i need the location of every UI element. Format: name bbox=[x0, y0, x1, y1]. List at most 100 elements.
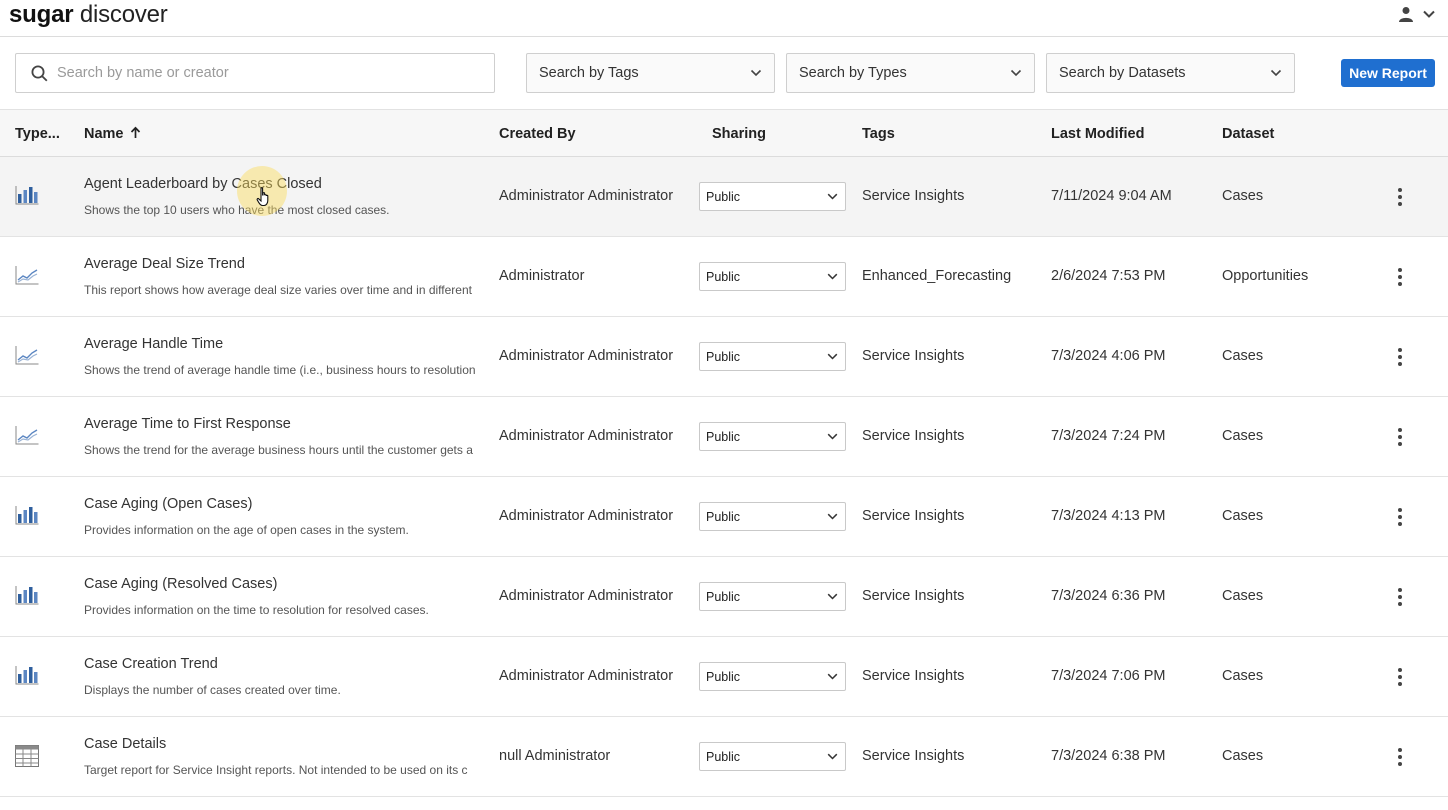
column-header-tags[interactable]: Tags bbox=[862, 126, 895, 142]
last-modified-cell: 7/3/2024 4:06 PM bbox=[1051, 348, 1166, 364]
report-name-link[interactable]: Case Creation Trend bbox=[84, 656, 218, 672]
column-header-created-by[interactable]: Created By bbox=[499, 126, 576, 142]
report-description: This report shows how average deal size … bbox=[84, 283, 472, 297]
chevron-down-icon bbox=[827, 433, 838, 440]
table-row[interactable]: Case Details Target report for Service In… bbox=[0, 717, 1448, 797]
dataset-cell: Cases bbox=[1222, 508, 1264, 524]
column-header-name[interactable]: Name bbox=[84, 126, 141, 142]
report-description: Target report for Service Insight report… bbox=[84, 763, 468, 777]
created-by-cell: Administrator Administrator bbox=[499, 348, 674, 364]
table-row[interactable]: Case Creation Trend Displays the number o… bbox=[0, 637, 1448, 717]
app-logo[interactable]: sugar discover bbox=[9, 1, 168, 29]
report-name-link[interactable]: Case Details bbox=[84, 736, 166, 752]
line-chart-icon bbox=[15, 345, 39, 370]
new-report-button[interactable]: New Report bbox=[1341, 59, 1435, 87]
table-row[interactable]: Case Aging (Resolved Cases) Provides info… bbox=[0, 557, 1448, 637]
report-name-link[interactable]: Average Handle Time bbox=[84, 336, 223, 352]
tags-cell: Service Insights bbox=[862, 188, 965, 204]
types-filter-label: Search by Types bbox=[799, 65, 907, 81]
row-actions-kebab-icon[interactable] bbox=[1392, 344, 1408, 370]
search-box[interactable] bbox=[15, 53, 495, 93]
sharing-value: Public bbox=[706, 589, 741, 604]
line-chart-icon bbox=[15, 425, 39, 450]
chevron-down-icon bbox=[827, 193, 838, 200]
chevron-down-icon bbox=[1010, 69, 1022, 77]
table-header: Type... Name Created By Sharing Tags Las… bbox=[0, 109, 1448, 157]
created-by-cell: Administrator Administrator bbox=[499, 428, 674, 444]
row-actions-kebab-icon[interactable] bbox=[1392, 584, 1408, 610]
bar-chart-icon bbox=[15, 665, 39, 690]
sharing-select[interactable]: Public bbox=[699, 182, 846, 211]
last-modified-cell: 7/3/2024 4:13 PM bbox=[1051, 508, 1166, 524]
row-actions-kebab-icon[interactable] bbox=[1392, 504, 1408, 530]
line-chart-icon bbox=[15, 265, 39, 290]
column-header-sharing[interactable]: Sharing bbox=[712, 126, 766, 142]
sharing-select[interactable]: Public bbox=[699, 662, 846, 691]
report-description: Provides information on the age of open … bbox=[84, 523, 409, 537]
filter-bar: Search by Tags Search by Types Search by… bbox=[0, 37, 1448, 109]
row-actions-kebab-icon[interactable] bbox=[1392, 424, 1408, 450]
sharing-select[interactable]: Public bbox=[699, 582, 846, 611]
report-name-link[interactable]: Average Time to First Response bbox=[84, 416, 291, 432]
created-by-cell: null Administrator bbox=[499, 748, 611, 764]
column-header-type[interactable]: Type... bbox=[15, 126, 60, 142]
column-header-last-modified[interactable]: Last Modified bbox=[1051, 126, 1144, 142]
table-row[interactable]: Case Aging (Open Cases) Provides informat… bbox=[0, 477, 1448, 557]
report-name-link[interactable]: Case Aging (Resolved Cases) bbox=[84, 576, 277, 592]
row-actions-kebab-icon[interactable] bbox=[1392, 664, 1408, 690]
tags-cell: Service Insights bbox=[862, 668, 965, 684]
tags-filter-select[interactable]: Search by Tags bbox=[526, 53, 775, 93]
top-bar: sugar discover bbox=[0, 0, 1448, 37]
bar-chart-icon bbox=[15, 585, 39, 610]
dataset-cell: Cases bbox=[1222, 428, 1264, 444]
sharing-select[interactable]: Public bbox=[699, 742, 846, 771]
search-input[interactable] bbox=[57, 65, 457, 81]
dataset-cell: Cases bbox=[1222, 348, 1264, 364]
chevron-down-icon bbox=[1423, 10, 1435, 18]
datasets-filter-label: Search by Datasets bbox=[1059, 65, 1186, 81]
report-name-link[interactable]: Agent Leaderboard by Cases Closed bbox=[84, 176, 322, 192]
chevron-down-icon bbox=[1270, 69, 1282, 77]
table-row[interactable]: Agent Leaderboard by Cases Closed Shows t… bbox=[0, 157, 1448, 237]
report-name-link[interactable]: Average Deal Size Trend bbox=[84, 256, 245, 272]
created-by-cell: Administrator Administrator bbox=[499, 508, 674, 524]
table-row[interactable]: Average Time to First Response Shows the … bbox=[0, 397, 1448, 477]
bar-chart-icon bbox=[15, 505, 39, 530]
last-modified-cell: 7/11/2024 9:04 AM bbox=[1051, 188, 1172, 204]
last-modified-cell: 7/3/2024 7:24 PM bbox=[1051, 428, 1166, 444]
column-header-dataset[interactable]: Dataset bbox=[1222, 126, 1274, 142]
sharing-select[interactable]: Public bbox=[699, 502, 846, 531]
sharing-value: Public bbox=[706, 749, 741, 764]
dataset-cell: Cases bbox=[1222, 188, 1264, 204]
types-filter-select[interactable]: Search by Types bbox=[786, 53, 1035, 93]
report-description: Shows the trend of average handle time (… bbox=[84, 363, 476, 377]
bar-chart-icon bbox=[15, 185, 39, 210]
report-description: Provides information on the time to reso… bbox=[84, 603, 429, 617]
dataset-cell: Opportunities bbox=[1222, 268, 1309, 284]
sharing-value: Public bbox=[706, 189, 741, 204]
row-actions-kebab-icon[interactable] bbox=[1392, 184, 1408, 210]
sharing-value: Public bbox=[706, 349, 741, 364]
last-modified-cell: 7/3/2024 7:06 PM bbox=[1051, 668, 1166, 684]
sharing-value: Public bbox=[706, 509, 741, 524]
last-modified-cell: 7/3/2024 6:36 PM bbox=[1051, 588, 1166, 604]
table-row[interactable]: Average Deal Size Trend This report shows… bbox=[0, 237, 1448, 317]
table-row[interactable]: Average Handle Time Shows the trend of av… bbox=[0, 317, 1448, 397]
row-actions-kebab-icon[interactable] bbox=[1392, 264, 1408, 290]
logo-product: discover bbox=[79, 1, 168, 28]
created-by-cell: Administrator Administrator bbox=[499, 188, 674, 204]
user-menu[interactable] bbox=[1398, 6, 1436, 22]
report-name-link[interactable]: Case Aging (Open Cases) bbox=[84, 496, 252, 512]
sharing-select[interactable]: Public bbox=[699, 262, 846, 291]
tags-filter-label: Search by Tags bbox=[539, 65, 639, 81]
sharing-select[interactable]: Public bbox=[699, 342, 846, 371]
row-actions-kebab-icon[interactable] bbox=[1392, 744, 1408, 770]
sharing-value: Public bbox=[706, 429, 741, 444]
search-icon bbox=[31, 65, 48, 81]
dataset-cell: Cases bbox=[1222, 748, 1264, 764]
created-by-cell: Administrator bbox=[499, 268, 585, 284]
last-modified-cell: 2/6/2024 7:53 PM bbox=[1051, 268, 1166, 284]
sharing-select[interactable]: Public bbox=[699, 422, 846, 451]
datasets-filter-select[interactable]: Search by Datasets bbox=[1046, 53, 1295, 93]
reports-table: Type... Name Created By Sharing Tags Las… bbox=[0, 109, 1448, 797]
